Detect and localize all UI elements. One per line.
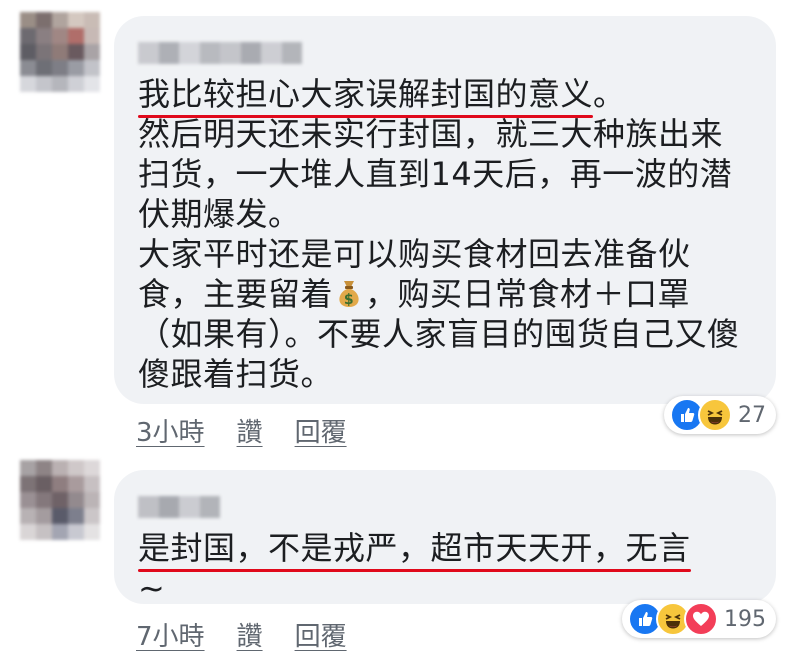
author-name[interactable] [138, 42, 302, 64]
author-name[interactable] [138, 496, 220, 518]
love-icon [684, 602, 718, 636]
reactions-summary[interactable]: 195 [622, 600, 776, 638]
underlined-text: 是封国，不是戎严，超市天天开，无言 [138, 529, 691, 572]
avatar[interactable] [20, 12, 100, 92]
comment-actions: 7小時 讚 回覆 [136, 616, 347, 653]
reaction-count: 195 [724, 606, 766, 632]
comment-actions: 3小時 讚 回覆 [136, 412, 347, 449]
comment-bubble: 是封国，不是戎严，超市天天开，无言 ~ [114, 470, 776, 607]
svg-text:$: $ [344, 292, 354, 308]
comment-text: 我比较担心大家误解封国的意义。 然后明天还未实行封国，就三大种族出来扫货，一大堆… [138, 75, 740, 393]
avatar[interactable] [20, 460, 100, 540]
like-button[interactable]: 讚 [237, 616, 263, 653]
haha-icon [698, 398, 732, 432]
timestamp-link[interactable]: 3小時 [136, 412, 205, 449]
like-button[interactable]: 讚 [237, 412, 263, 449]
timestamp-link[interactable]: 7小時 [136, 616, 205, 653]
reaction-count: 27 [738, 402, 766, 428]
reply-button[interactable]: 回覆 [295, 616, 347, 653]
comment-text: 是封国，不是戎严，超市天天开，无言 ~ [138, 529, 691, 607]
underlined-text: 我比较担心大家误解封国的意义 [138, 75, 594, 118]
reply-button[interactable]: 回覆 [295, 412, 347, 449]
money-bag-icon: $ [339, 281, 359, 308]
comment-bubble: 我比较担心大家误解封国的意义。 然后明天还未实行封国，就三大种族出来扫货，一大堆… [114, 16, 776, 404]
reactions-summary[interactable]: 27 [664, 396, 776, 434]
